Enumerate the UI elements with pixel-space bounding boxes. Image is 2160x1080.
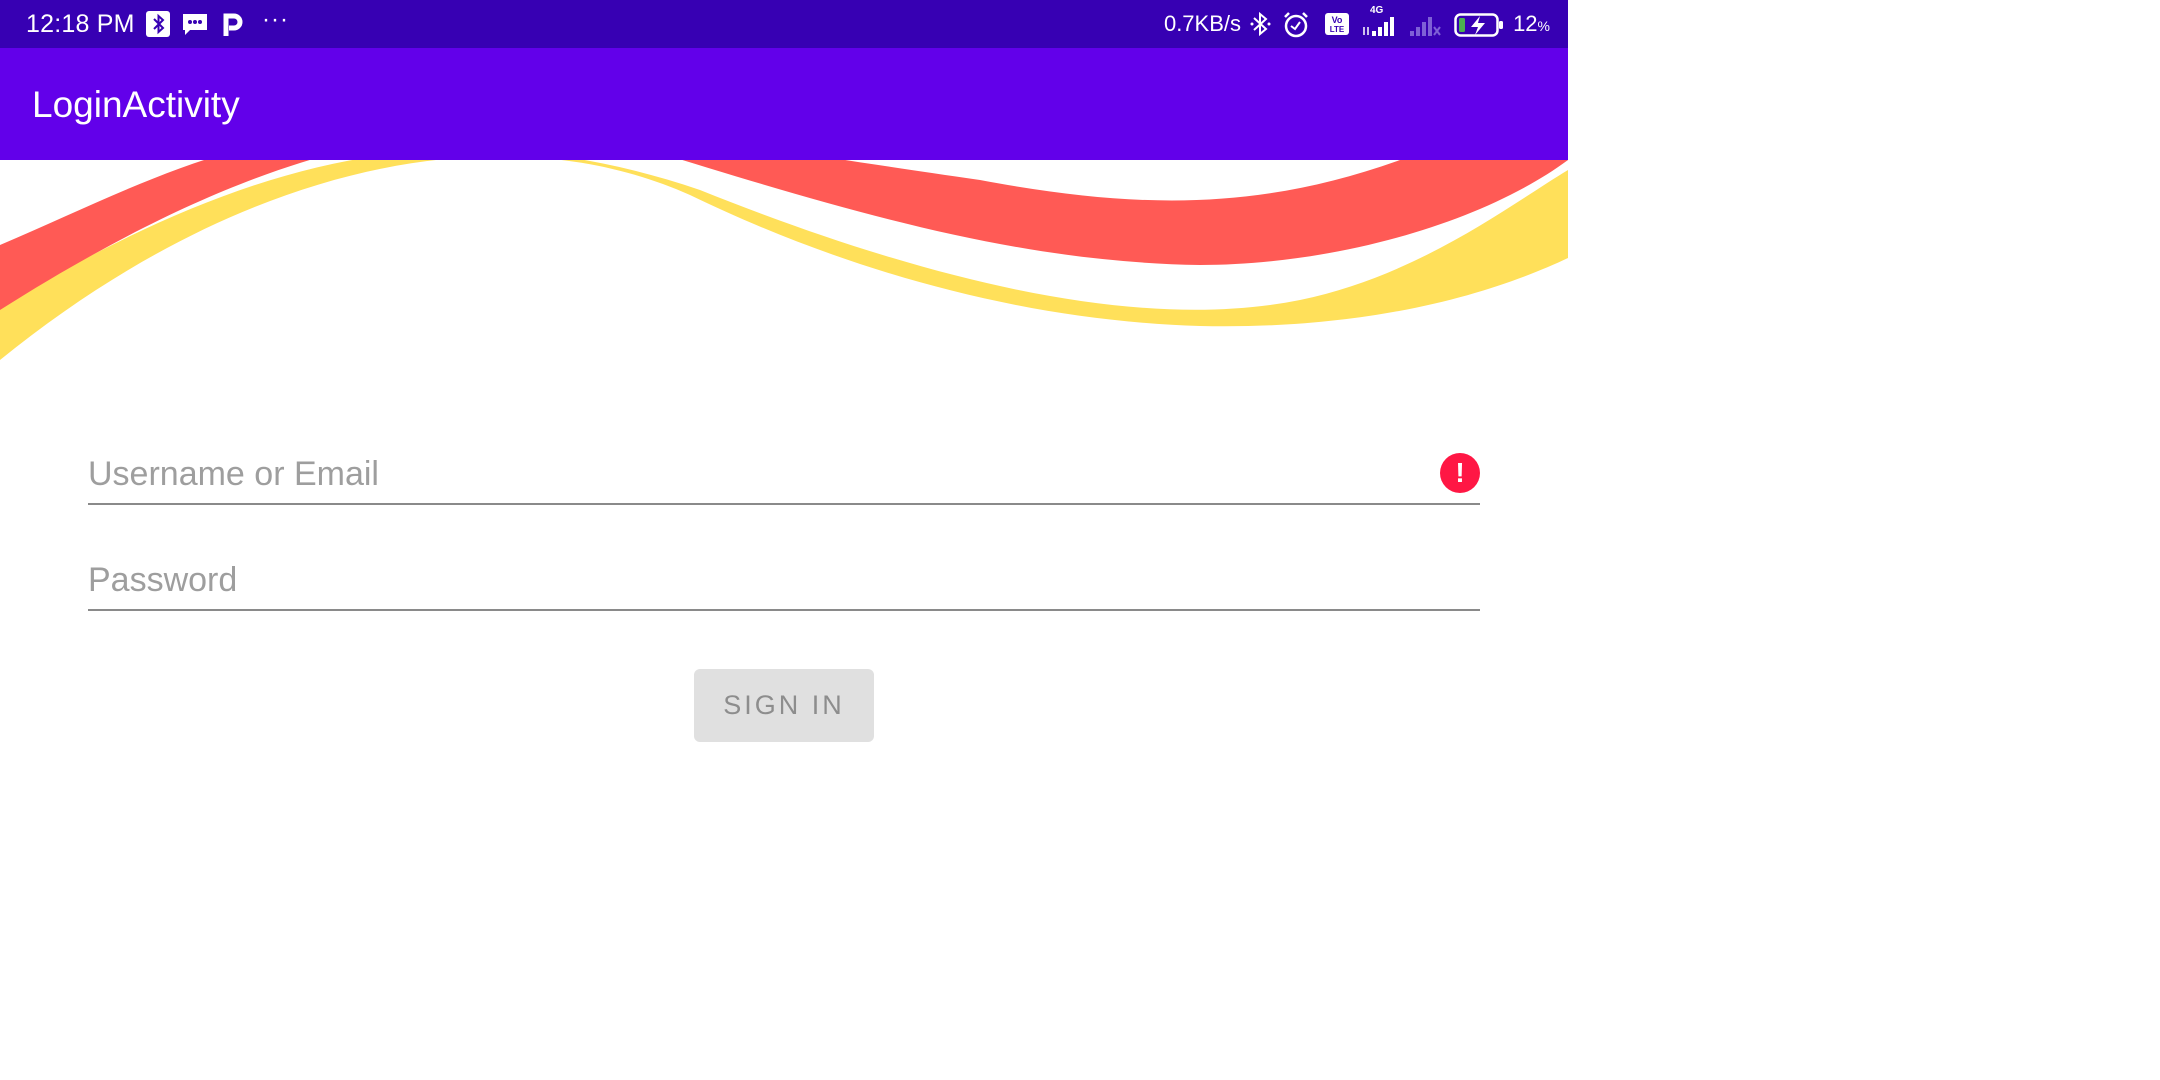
network-speed: 0.7KB/s [1163, 11, 1241, 36]
svg-text:Vo: Vo [1332, 15, 1343, 25]
battery-percent-unit: % [1537, 18, 1550, 34]
status-time: 12:18 PM [26, 10, 135, 38]
sign-in-button[interactable]: SIGN IN [694, 669, 874, 742]
app-bar: LoginActivity [0, 48, 1568, 160]
volte-icon: Vo LTE [1325, 13, 1349, 35]
alarm-icon [1284, 12, 1308, 38]
username-placeholder: Username or Email [88, 455, 379, 493]
battery-percent-value: 12 [1513, 11, 1538, 36]
p-app-icon [223, 13, 243, 36]
app-title: LoginActivity [32, 84, 240, 125]
password-field[interactable]: Password [88, 551, 1480, 611]
svg-text:LTE: LTE [1330, 25, 1345, 34]
bluetooth-icon [1250, 11, 1271, 37]
bluetooth-notification-icon [146, 11, 170, 37]
battery-charging-icon [1454, 13, 1503, 37]
more-dots-icon: ··· [262, 6, 289, 33]
status-bar: 12:18 PM ··· 0.7KB/s Vo LTE 4G 12% [0, 0, 1568, 48]
header-wave-decoration [0, 150, 1568, 360]
signal-no-service-icon [1410, 17, 1441, 36]
battery-percent: 12% [1513, 9, 1550, 41]
password-placeholder: Password [88, 561, 238, 599]
message-icon [183, 14, 207, 35]
error-icon[interactable]: ! [1440, 453, 1480, 493]
signal-4g-icon: 4G [1362, 5, 1398, 37]
username-field[interactable]: Username or Email ! [88, 445, 1480, 505]
